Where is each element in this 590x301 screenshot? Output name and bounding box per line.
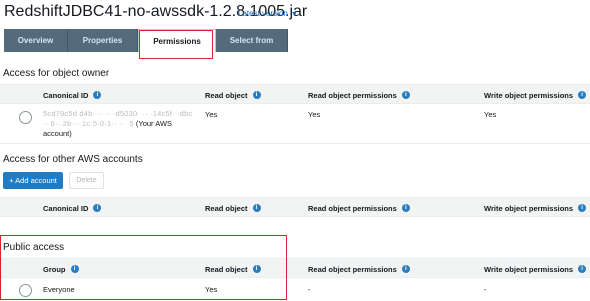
- owner-row-radio[interactable]: [19, 111, 32, 124]
- tab-bar: Overview Properties Permissions Select f…: [4, 29, 288, 52]
- public-read-object: Yes: [205, 285, 218, 294]
- owner-read-permissions: Yes: [308, 110, 321, 119]
- info-icon[interactable]: i: [252, 204, 261, 212]
- owner-canonical-id: 5cd79c5d d4b· ·· ·· ·d5030· ·· ·14c5f· ·…: [43, 109, 193, 138]
- info-icon[interactable]: i: [578, 204, 587, 212]
- info-icon[interactable]: i: [401, 204, 410, 212]
- col-canonical-id: Canonical ID i: [43, 85, 102, 105]
- tab-overview[interactable]: Overview: [4, 29, 68, 52]
- owner-read-object: Yes: [205, 110, 218, 119]
- info-icon[interactable]: i: [252, 265, 261, 273]
- info-icon[interactable]: i: [93, 91, 102, 99]
- col-write-permissions: Write object permissions i: [484, 85, 587, 105]
- col-group: Group i: [43, 259, 79, 279]
- info-icon[interactable]: i: [578, 265, 587, 273]
- chevron-down-icon: ▼: [290, 11, 298, 18]
- col-read-object: Read object i: [205, 259, 261, 279]
- col-read-object: Read object i: [205, 198, 261, 218]
- tab-permissions[interactable]: Permissions: [138, 29, 216, 52]
- public-section-title: Public access: [3, 242, 65, 253]
- col-canonical-id: Canonical ID i: [43, 198, 102, 218]
- divider: [0, 143, 590, 144]
- owner-section-title: Access for object owner: [3, 68, 110, 79]
- version-label: Latest version: [238, 9, 288, 18]
- owner-write-permissions: Yes: [484, 110, 497, 119]
- info-icon[interactable]: i: [93, 204, 102, 212]
- info-icon[interactable]: i: [70, 265, 79, 273]
- public-write-permissions: -: [484, 285, 487, 294]
- delete-button[interactable]: Delete: [69, 172, 104, 189]
- accounts-table-header: Canonical ID i Read object i Read object p…: [0, 197, 590, 217]
- version-dropdown[interactable]: Latest version ▼: [238, 9, 298, 18]
- col-read-permissions: Read object permissions i: [308, 85, 410, 105]
- col-read-object: Read object i: [205, 85, 261, 105]
- tab-properties[interactable]: Properties: [68, 29, 138, 52]
- info-icon[interactable]: i: [252, 91, 261, 99]
- col-write-permissions: Write object permissions i: [484, 259, 587, 279]
- col-write-permissions: Write object permissions i: [484, 198, 587, 218]
- tab-select-from[interactable]: Select from: [216, 29, 288, 52]
- public-table-header: Group i Read object i Read object permissi…: [0, 258, 590, 278]
- owner-table-header: Canonical ID i Read object i Read object p…: [0, 84, 590, 104]
- col-read-permissions: Read object permissions i: [308, 259, 410, 279]
- accounts-section-title: Access for other AWS accounts: [3, 154, 143, 165]
- public-read-permissions: -: [308, 285, 311, 294]
- info-icon[interactable]: i: [401, 91, 410, 99]
- info-icon[interactable]: i: [401, 265, 410, 273]
- info-icon[interactable]: i: [578, 91, 587, 99]
- col-read-permissions: Read object permissions i: [308, 198, 410, 218]
- add-account-button[interactable]: + Add account: [3, 172, 63, 189]
- public-row-radio[interactable]: [19, 284, 32, 297]
- public-group-everyone: Everyone: [43, 285, 75, 294]
